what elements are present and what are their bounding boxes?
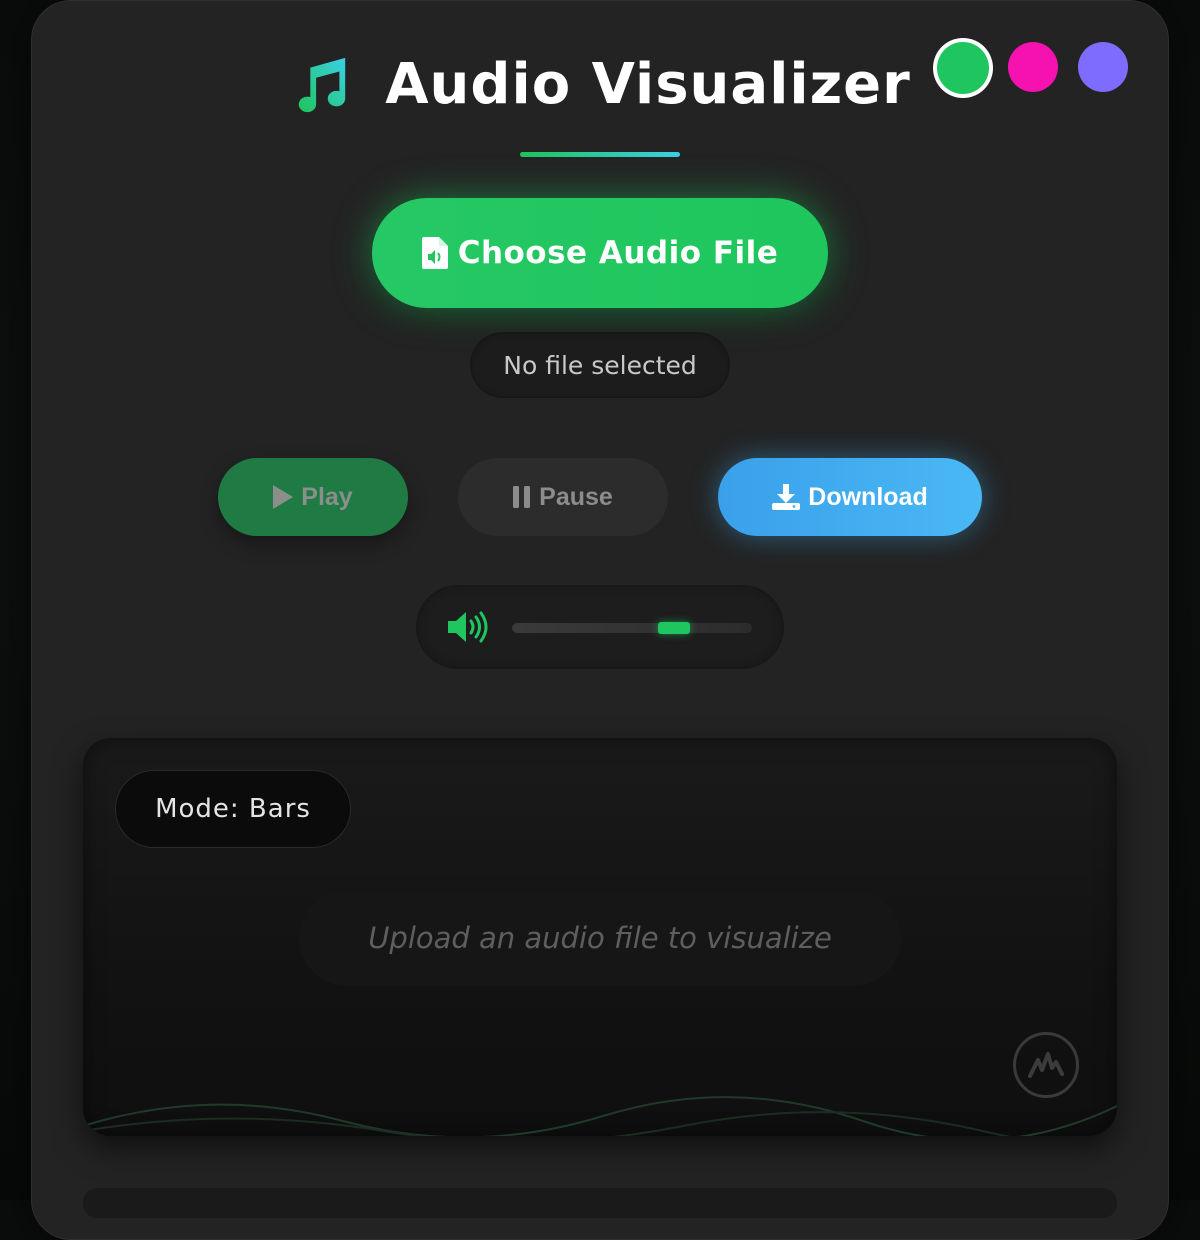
pause-button[interactable]: Pause xyxy=(458,458,668,536)
waveform-logo-icon xyxy=(1013,1032,1079,1098)
theme-swatch-green[interactable] xyxy=(937,42,989,94)
file-audio-icon xyxy=(421,237,448,269)
file-status-badge: No file selected xyxy=(470,332,730,398)
pause-label: Pause xyxy=(539,482,613,511)
download-icon xyxy=(772,484,801,510)
volume-icon xyxy=(448,611,488,643)
upload-hint: Upload an audio file to visualize xyxy=(299,890,901,986)
volume-slider[interactable] xyxy=(512,622,752,634)
wave-decoration xyxy=(83,1096,1117,1136)
download-label: Download xyxy=(808,482,928,511)
play-button[interactable]: Play xyxy=(218,458,408,536)
play-label: Play xyxy=(301,482,353,511)
visualizer-panel: Mode: Bars Upload an audio file to visua… xyxy=(83,738,1117,1136)
choose-audio-file-button[interactable]: Choose Audio File xyxy=(372,198,828,308)
choose-audio-file-label: Choose Audio File xyxy=(457,235,779,271)
theme-swatch-pink[interactable] xyxy=(1008,42,1058,92)
download-button[interactable]: Download xyxy=(718,458,982,536)
play-icon xyxy=(273,485,294,509)
volume-slider-thumb[interactable] xyxy=(658,622,690,634)
pause-icon xyxy=(513,486,531,508)
mode-label: Mode: Bars xyxy=(155,794,311,824)
volume-control xyxy=(416,585,784,669)
file-status-text: No file selected xyxy=(503,350,697,380)
title-underline xyxy=(520,152,680,157)
bottom-panel-edge xyxy=(83,1188,1117,1218)
music-note-icon xyxy=(298,57,346,112)
mode-toggle-button[interactable]: Mode: Bars xyxy=(115,770,351,848)
page-title: Audio Visualizer xyxy=(385,52,911,117)
upload-hint-text: Upload an audio file to visualize xyxy=(368,921,832,955)
theme-swatch-purple[interactable] xyxy=(1078,42,1128,92)
